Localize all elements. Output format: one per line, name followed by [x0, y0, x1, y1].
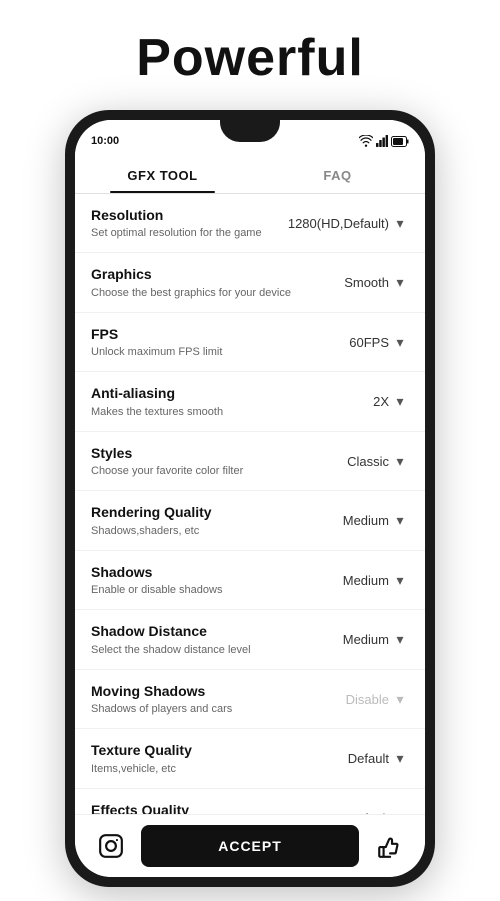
settings-item-effects-quality[interactable]: Effects QualitySparks, explosions, fire,…	[75, 789, 425, 814]
settings-item-rendering-quality[interactable]: Rendering Quality Shadows,shaders, etc Med…	[75, 491, 425, 550]
settings-desc-fps: Unlock maximum FPS limit	[91, 345, 301, 359]
signal-icon	[376, 135, 388, 147]
settings-value-styles: Classic	[347, 454, 389, 469]
dropdown-arrow-texture-quality[interactable]	[391, 750, 409, 768]
settings-value-effects-quality: Default	[348, 811, 389, 814]
notch	[220, 120, 280, 142]
instagram-button[interactable]	[91, 826, 131, 866]
dropdown-arrow-shadows[interactable]	[391, 571, 409, 589]
battery-icon	[391, 136, 409, 147]
settings-desc-moving-shadows: Shadows of players and cars	[91, 702, 301, 716]
settings-value-rendering-quality: Medium	[343, 513, 389, 528]
settings-title-graphics: Graphics	[91, 265, 301, 283]
settings-value-graphics: Smooth	[344, 275, 389, 290]
settings-title-fps: FPS	[91, 325, 301, 343]
settings-title-moving-shadows: Moving Shadows	[91, 682, 301, 700]
phone-inner: 10:00	[75, 120, 425, 877]
settings-item-shadows[interactable]: Shadows Enable or disable shadows Medium	[75, 551, 425, 610]
settings-title-texture-quality: Texture Quality	[91, 741, 301, 759]
dropdown-arrow-anti-aliasing[interactable]	[391, 393, 409, 411]
accept-button[interactable]: ACCEPT	[141, 825, 359, 867]
instagram-icon	[98, 833, 124, 859]
settings-value-shadows: Medium	[343, 573, 389, 588]
thumbsup-button[interactable]	[369, 826, 409, 866]
settings-desc-resolution: Set optimal resolution for the game	[91, 226, 280, 240]
settings-item-texture-quality[interactable]: Texture Quality Items,vehicle, etc Default	[75, 729, 425, 788]
dropdown-arrow-effects-quality[interactable]	[391, 809, 409, 814]
settings-desc-texture-quality: Items,vehicle, etc	[91, 762, 301, 776]
settings-value-fps: 60FPS	[349, 335, 389, 350]
tab-faq[interactable]: FAQ	[250, 156, 425, 193]
settings-item-graphics[interactable]: Graphics Choose the best graphics for you…	[75, 253, 425, 312]
dropdown-arrow-resolution[interactable]	[391, 214, 409, 232]
settings-desc-rendering-quality: Shadows,shaders, etc	[91, 524, 301, 538]
settings-desc-graphics: Choose the best graphics for your device	[91, 286, 301, 300]
settings-title-anti-aliasing: Anti-aliasing	[91, 384, 301, 402]
settings-value-moving-shadows: Disable	[346, 692, 389, 707]
hero-title: Powerful	[136, 28, 364, 88]
status-time: 10:00	[91, 135, 119, 147]
settings-title-effects-quality: Effects Quality	[91, 801, 301, 814]
settings-title-styles: Styles	[91, 444, 301, 462]
phone-frame: 10:00	[65, 110, 435, 887]
settings-item-styles[interactable]: Styles Choose your favorite color filter C…	[75, 432, 425, 491]
dropdown-arrow-moving-shadows	[391, 690, 409, 708]
settings-item-anti-aliasing[interactable]: Anti-aliasing Makes the textures smooth 2X	[75, 372, 425, 431]
settings-item-fps[interactable]: FPS Unlock maximum FPS limit 60FPS	[75, 313, 425, 372]
bottom-bar: ACCEPT	[75, 814, 425, 877]
settings-item-moving-shadows[interactable]: Moving Shadows Shadows of players and car…	[75, 670, 425, 729]
settings-desc-shadows: Enable or disable shadows	[91, 583, 301, 597]
settings-value-resolution: 1280(HD,Default)	[288, 216, 389, 231]
settings-item-shadow-distance[interactable]: Shadow Distance Select the shadow distanc…	[75, 610, 425, 669]
settings-title-rendering-quality: Rendering Quality	[91, 503, 301, 521]
settings-title-shadow-distance: Shadow Distance	[91, 622, 301, 640]
tab-bar: GFX TOOL FAQ	[75, 156, 425, 194]
dropdown-arrow-rendering-quality[interactable]	[391, 512, 409, 530]
settings-item-resolution[interactable]: Resolution Set optimal resolution for the…	[75, 194, 425, 253]
dropdown-arrow-fps[interactable]	[391, 333, 409, 351]
status-bar: 10:00	[75, 120, 425, 156]
dropdown-arrow-shadow-distance[interactable]	[391, 631, 409, 649]
dropdown-arrow-graphics[interactable]	[391, 274, 409, 292]
settings-desc-anti-aliasing: Makes the textures smooth	[91, 405, 301, 419]
settings-list: Resolution Set optimal resolution for the…	[75, 194, 425, 814]
tab-gfx-tool[interactable]: GFX TOOL	[75, 156, 250, 193]
settings-title-shadows: Shadows	[91, 563, 301, 581]
settings-desc-shadow-distance: Select the shadow distance level	[91, 643, 301, 657]
settings-value-texture-quality: Default	[348, 751, 389, 766]
settings-value-anti-aliasing: 2X	[373, 394, 389, 409]
settings-title-resolution: Resolution	[91, 206, 280, 224]
dropdown-arrow-styles[interactable]	[391, 452, 409, 470]
status-icons	[359, 135, 409, 147]
settings-desc-styles: Choose your favorite color filter	[91, 464, 301, 478]
thumbsup-icon	[376, 833, 402, 859]
settings-value-shadow-distance: Medium	[343, 632, 389, 647]
page-wrapper: Powerful 10:00	[0, 0, 500, 901]
wifi-icon	[359, 135, 373, 147]
